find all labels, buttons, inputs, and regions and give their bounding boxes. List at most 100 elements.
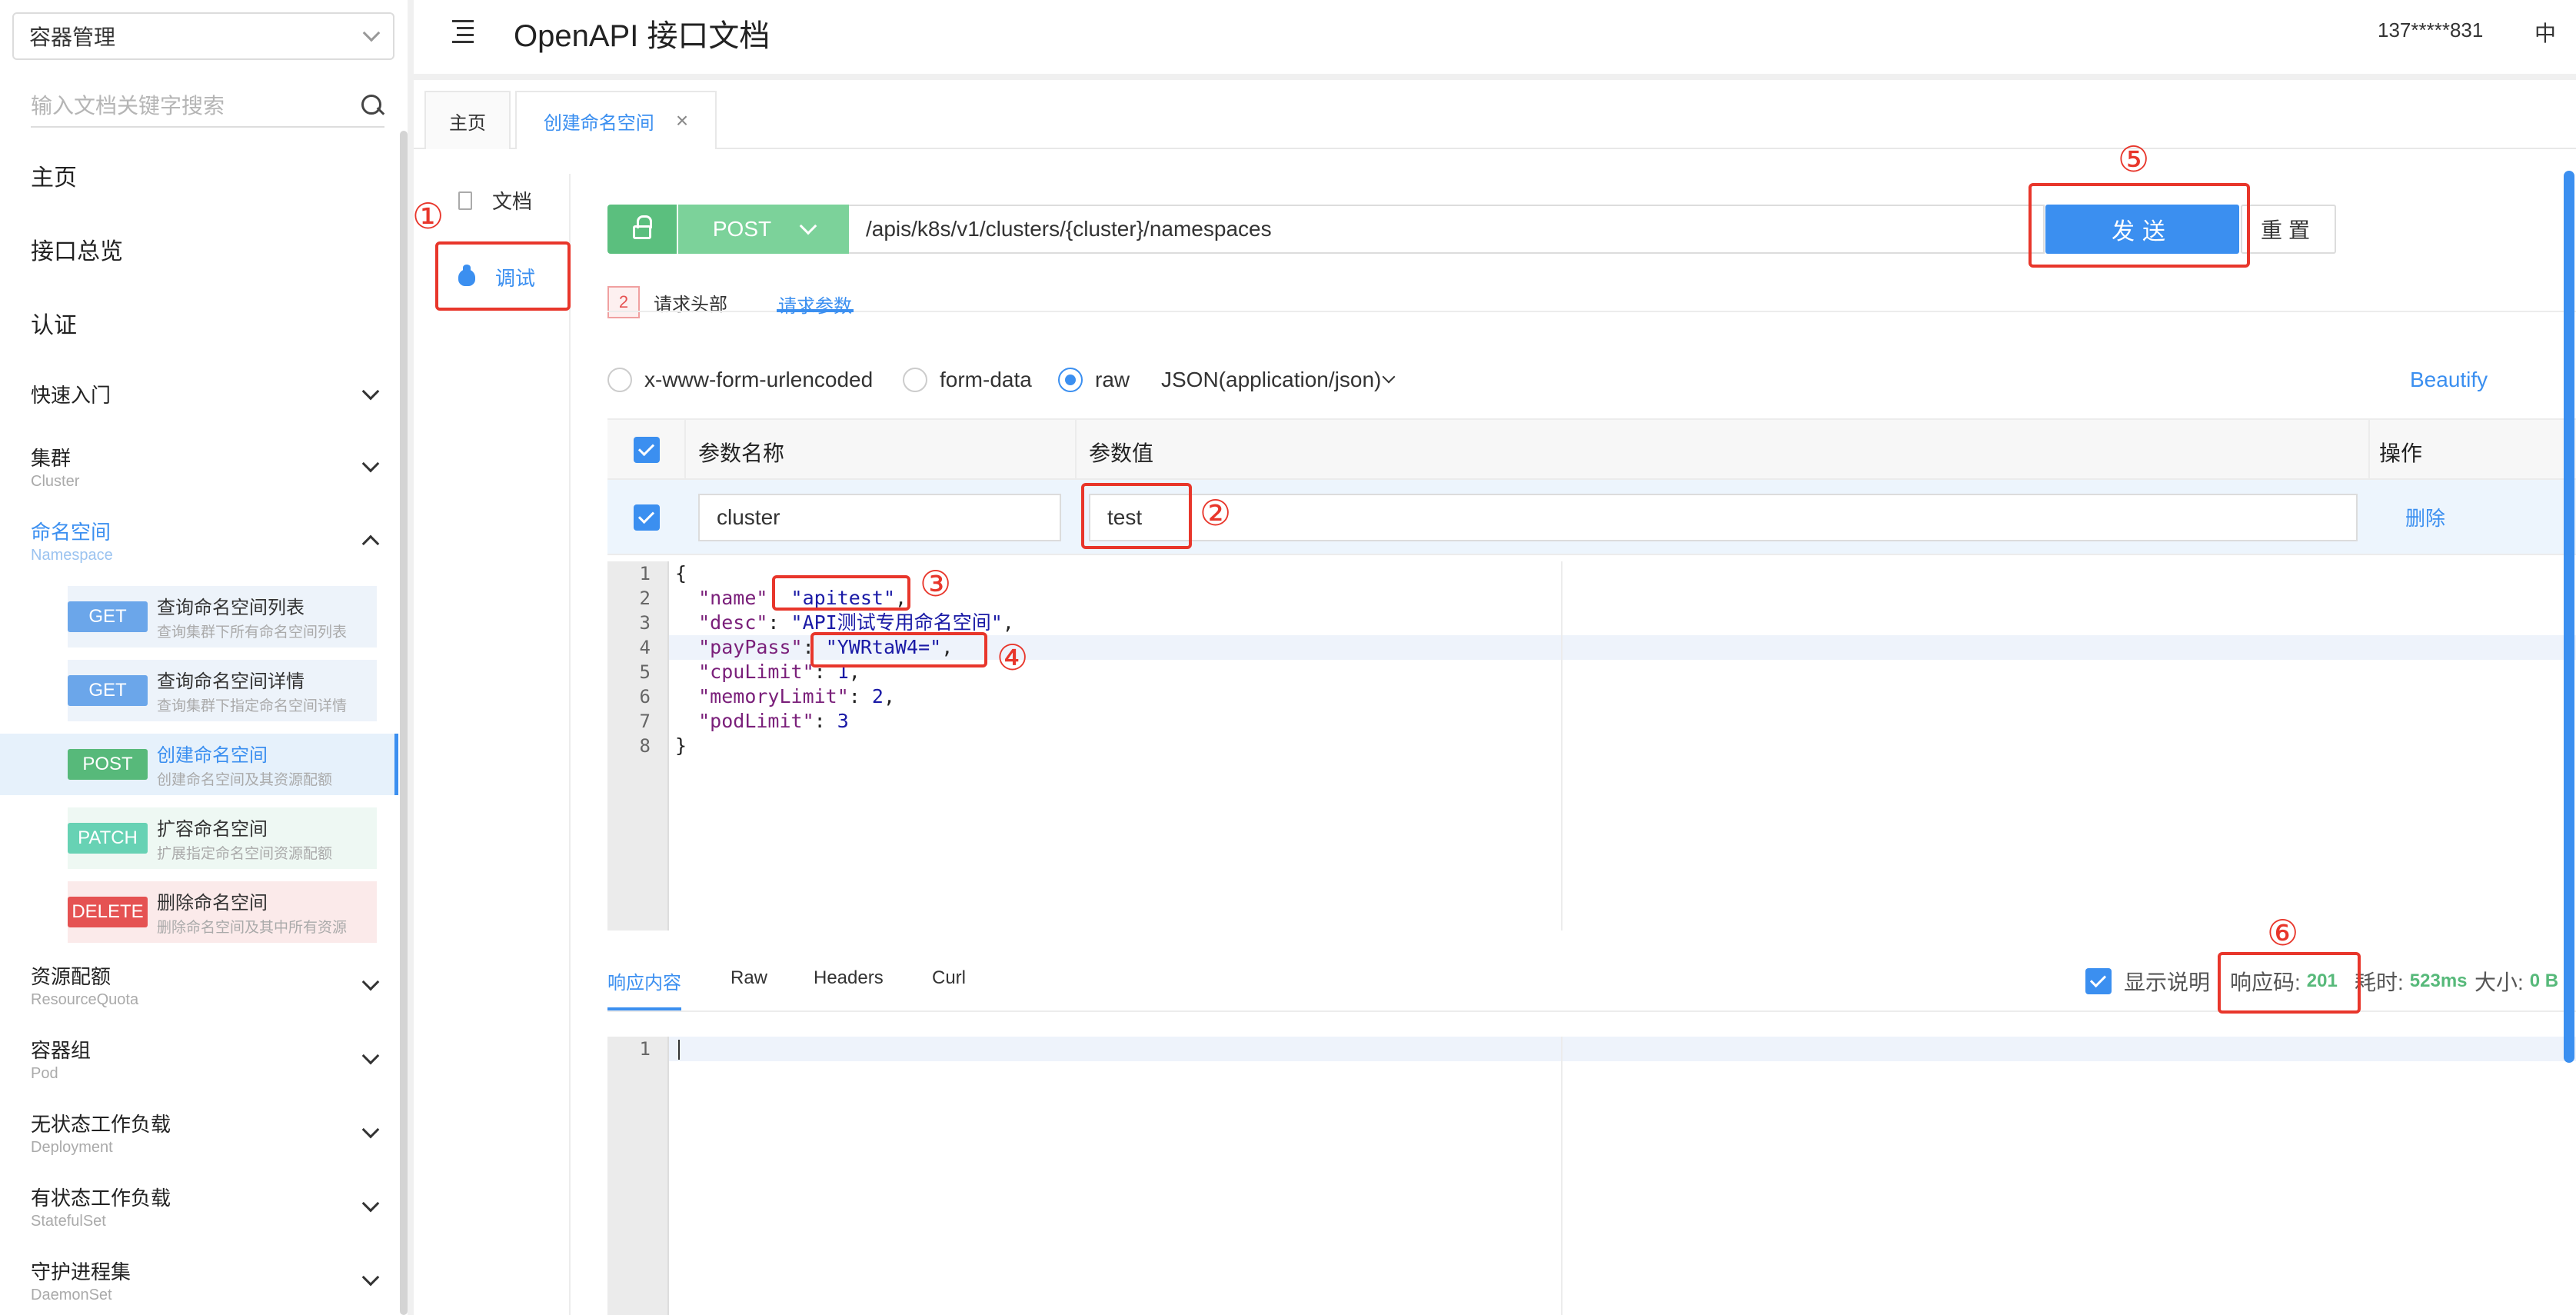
nav-group-quickstart[interactable]: 快速入门	[31, 380, 380, 408]
tab-request-headers[interactable]: 2 请求头部	[607, 286, 727, 318]
chevron-down-icon	[799, 217, 817, 235]
sidebar-scrollbar[interactable]	[400, 131, 408, 1315]
nav-home[interactable]: 主页	[31, 158, 77, 192]
close-icon[interactable]: ×	[676, 108, 688, 133]
line-number: 1	[639, 563, 651, 584]
json-value: "API测试专用命名空间"	[790, 611, 1003, 634]
search-icon[interactable]	[361, 95, 384, 118]
radio-raw[interactable]: raw	[1058, 368, 1130, 392]
radio-formdata[interactable]: form-data	[903, 368, 1032, 392]
delete-param-link[interactable]: 删除	[2405, 503, 2445, 531]
column-divider	[2368, 420, 2370, 478]
column-divider	[1075, 420, 1077, 478]
api-desc: 扩展指定命名空间资源配额	[157, 846, 333, 862]
response-time-value: 523ms	[2409, 970, 2468, 991]
row-checkbox[interactable]	[634, 504, 660, 531]
annotation-number: ④	[997, 638, 1029, 677]
param-name-input[interactable]: cluster	[698, 494, 1061, 541]
tab-response-headers[interactable]: Headers	[814, 967, 884, 989]
nav-group-title: 资源配额	[31, 965, 111, 988]
api-item-get-namespace[interactable]: GET 查询命名空间详情 查询集群下指定命名空间详情	[68, 660, 377, 721]
params-table: 参数名称 参数值 操作 cluster test 删除	[607, 418, 2576, 555]
response-size-value: 0 B	[2529, 970, 2559, 991]
tab-request-params[interactable]: 请求参数	[778, 291, 852, 318]
param-value-input[interactable]: test	[1089, 494, 2358, 541]
api-item-delete-namespace[interactable]: DELETE 删除命名空间 删除命名空间及其中所有资源	[68, 881, 377, 943]
api-desc: 删除命名空间及其中所有资源	[157, 920, 348, 936]
request-body-editor[interactable]: 1 2 3 4 5 6 7 8 { "name": "apitest", "de…	[607, 561, 2576, 930]
chevron-down-icon	[361, 454, 380, 473]
nav-group-resourcequota[interactable]: 资源配额 ResourceQuota	[31, 961, 380, 1009]
document-icon	[458, 191, 472, 210]
subnav-doc[interactable]: 文档	[458, 186, 532, 215]
annotation-box	[810, 632, 987, 667]
nav-group-namespace[interactable]: 命名空间 Namespace	[31, 517, 380, 564]
table-header: 参数名称 参数值 操作	[607, 418, 2576, 480]
radio-button[interactable]	[903, 368, 927, 392]
radio-button[interactable]	[607, 368, 632, 392]
user-account[interactable]: 137*****831	[2378, 18, 2483, 42]
chevron-down-icon	[361, 382, 380, 400]
tab-response-raw[interactable]: Raw	[731, 967, 767, 989]
tab-response-content[interactable]: 响应内容	[607, 967, 681, 994]
line-number: 6	[639, 686, 651, 707]
api-name: 查询命名空间详情	[157, 671, 305, 692]
line-number: 4	[639, 637, 651, 658]
url-input[interactable]: /apis/k8s/v1/clusters/{cluster}/namespac…	[849, 205, 2045, 254]
nav-group-cluster[interactable]: 集群 Cluster	[31, 443, 380, 491]
tab-response-curl[interactable]: Curl	[932, 967, 966, 989]
language-switch[interactable]: 中	[2534, 17, 2556, 48]
api-item-scale-namespace[interactable]: PATCH 扩容命名空间 扩展指定命名空间资源配额	[68, 807, 377, 869]
tab-bar: 主页 创建命名空间 ×	[414, 80, 2576, 149]
content-scrollbar[interactable]	[2564, 171, 2574, 1063]
page-title: OpenAPI 接口文档	[514, 19, 770, 53]
annotation-box	[2029, 183, 2250, 268]
menu-toggle-icon[interactable]	[446, 20, 474, 43]
radio-urlencoded[interactable]: x-www-form-urlencoded	[607, 368, 873, 392]
active-tab-indicator	[777, 309, 854, 312]
show-desc-toggle[interactable]: 显示说明	[2085, 966, 2210, 997]
show-desc-checkbox[interactable]	[2085, 968, 2112, 994]
json-value: 3	[837, 710, 849, 732]
nav-group-daemonset[interactable]: 守护进程集 DaemonSet	[31, 1257, 380, 1304]
show-desc-label: 显示说明	[2124, 970, 2211, 994]
auth-lock-button[interactable]	[607, 205, 677, 254]
tab-create-namespace[interactable]: 创建命名空间 ×	[515, 91, 717, 149]
nav-auth[interactable]: 认证	[31, 306, 77, 340]
api-item-create-namespace[interactable]: POST 创建命名空间 创建命名空间及其资源配额	[0, 734, 398, 795]
annotation-box	[435, 241, 571, 311]
json-value: 2	[871, 685, 884, 707]
select-all-checkbox[interactable]	[634, 437, 660, 463]
subnav-divider	[569, 174, 571, 1315]
response-editor[interactable]: 1	[607, 1037, 2576, 1315]
radio-label: form-data	[940, 368, 1032, 391]
method-badge: GET	[68, 601, 148, 632]
method-badge: POST	[68, 749, 148, 780]
project-select-label: 容器管理	[29, 25, 116, 49]
chevron-down-icon	[361, 1194, 380, 1213]
nav-group-title: 快速入门	[31, 384, 111, 407]
content-type-select[interactable]: JSON(application/json)	[1161, 368, 1396, 392]
radio-button-selected[interactable]	[1058, 368, 1083, 392]
doc-search-input[interactable]	[31, 94, 338, 118]
beautify-button[interactable]: Beautify	[2410, 368, 2488, 392]
annotation-number: ⑤	[2118, 139, 2150, 179]
nav-group-statefulset[interactable]: 有状态工作负载 StatefulSet	[31, 1183, 380, 1230]
chevron-down-icon	[361, 1268, 380, 1287]
subnav-doc-label: 文档	[492, 190, 533, 213]
active-tab-indicator	[607, 1007, 681, 1010]
response-size: 大小: 0 B	[2474, 966, 2558, 997]
annotation-number: ①	[412, 196, 444, 236]
chevron-down-icon	[361, 973, 380, 991]
nav-group-pod[interactable]: 容器组 Pod	[31, 1035, 380, 1083]
nav-api-overview[interactable]: 接口总览	[31, 232, 123, 266]
method-select[interactable]: POST	[678, 205, 849, 254]
api-item-list-namespaces[interactable]: GET 查询命名空间列表 查询集群下所有命名空间列表	[68, 586, 377, 648]
tab-home[interactable]: 主页	[424, 91, 511, 149]
reset-button[interactable]: 重置	[2241, 205, 2336, 254]
code-brace: }	[675, 734, 687, 757]
header-divider	[414, 74, 2576, 80]
method-badge: PATCH	[68, 823, 148, 854]
project-select[interactable]: 容器管理	[12, 12, 394, 60]
nav-group-deployment[interactable]: 无状态工作负载 Deployment	[31, 1109, 380, 1157]
